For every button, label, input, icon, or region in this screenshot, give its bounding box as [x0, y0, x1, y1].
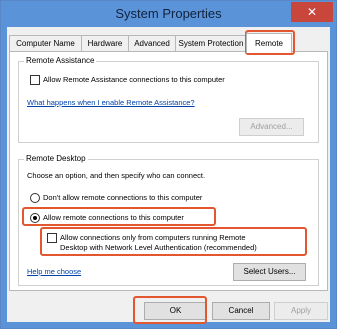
remote-desktop-instruction: Choose an option, and then specify who c…: [27, 171, 206, 180]
remote-tab-panel: Remote Assistance Allow Remote Assistanc…: [9, 51, 328, 291]
dont-allow-radio[interactable]: [30, 193, 40, 203]
advanced-button[interactable]: Advanced...: [239, 118, 304, 136]
title-bar[interactable]: System Properties ✕: [1, 1, 336, 27]
close-icon: ✕: [306, 5, 318, 19]
tab-system-protection[interactable]: System Protection: [175, 35, 247, 52]
allow-remote-label: Allow remote connections to this compute…: [43, 213, 184, 222]
tab-computer-name[interactable]: Computer Name: [9, 35, 82, 52]
remote-assistance-legend: Remote Assistance: [24, 56, 97, 65]
remote-desktop-legend: Remote Desktop: [24, 154, 88, 163]
allow-remote-assistance-checkbox[interactable]: [30, 75, 40, 85]
remote-assistance-help-link[interactable]: What happens when I enable Remote Assist…: [27, 98, 195, 107]
cancel-button[interactable]: Cancel: [212, 302, 270, 320]
ok-button[interactable]: OK: [144, 302, 207, 320]
help-me-choose-link[interactable]: Help me choose: [27, 267, 81, 276]
select-users-button[interactable]: Select Users...: [233, 263, 306, 281]
nla-checkbox[interactable]: [47, 233, 57, 243]
close-button[interactable]: ✕: [291, 2, 333, 22]
tab-advanced[interactable]: Advanced: [128, 35, 176, 52]
dialog-client-area: Computer Name Hardware Advanced System P…: [7, 27, 330, 322]
apply-button[interactable]: Apply: [274, 302, 328, 320]
dont-allow-label: Don't allow remote connections to this c…: [43, 193, 203, 202]
tab-hardware[interactable]: Hardware: [81, 35, 129, 52]
nla-label-line2: Desktop with Network Level Authenticatio…: [60, 243, 257, 252]
radio-selected-dot: [33, 216, 37, 220]
window-title: System Properties: [115, 6, 222, 21]
nla-label-line1: Allow connections only from computers ru…: [60, 233, 246, 242]
system-properties-window: System Properties ✕ Computer Name Hardwa…: [0, 0, 337, 329]
allow-remote-radio[interactable]: [30, 213, 40, 223]
allow-remote-assistance-label: Allow Remote Assistance connections to t…: [43, 75, 225, 84]
tab-remote[interactable]: Remote: [246, 33, 292, 53]
